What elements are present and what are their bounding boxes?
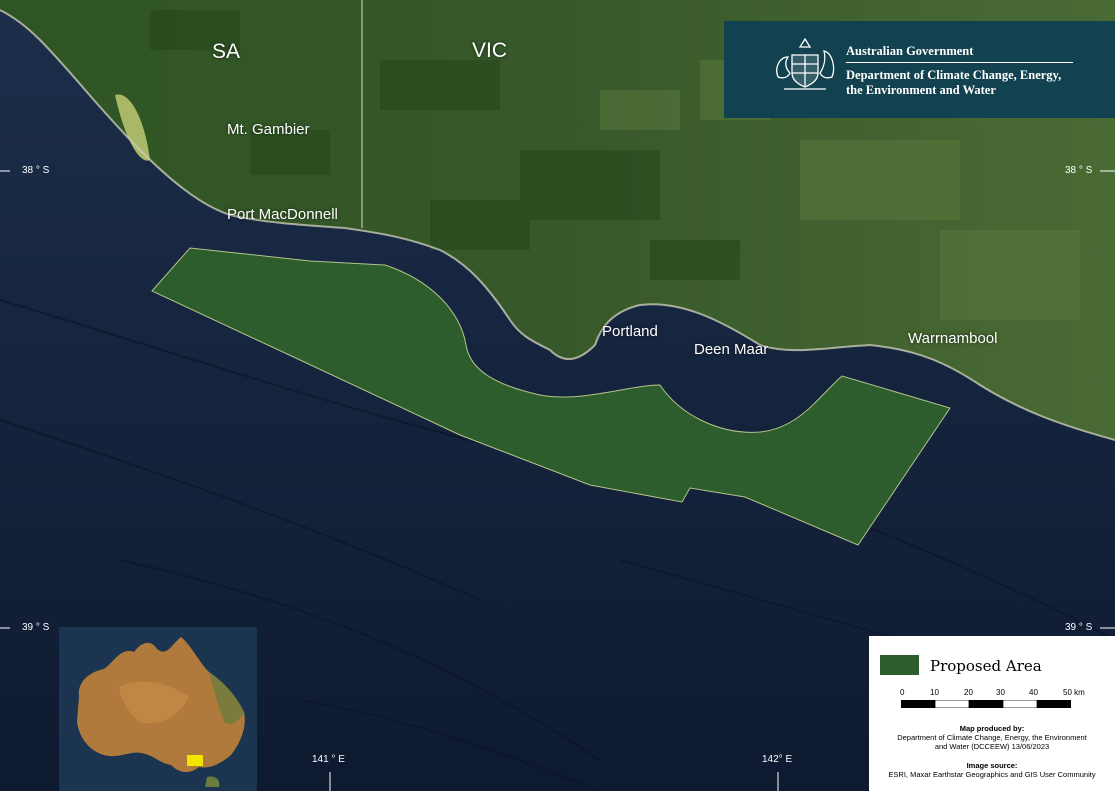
place-label-mt-gambier: Mt. Gambier [227, 121, 310, 138]
department-name: Department of Climate Change, Energy, th… [846, 68, 1106, 98]
graticule-label-141e: 141 ° E [312, 754, 345, 765]
place-label-port-macdonnell: Port MacDonnell [227, 206, 338, 223]
header-divider [846, 62, 1073, 63]
place-label-deen-maar: Deen Maar [694, 341, 769, 358]
scale-tick-20: 20 [964, 688, 973, 697]
graticule-label-39s-right: 39 ° S [1065, 622, 1093, 633]
locator-inset-map [59, 627, 257, 791]
scale-tick-30: 30 [996, 688, 1005, 697]
place-label-portland: Portland [602, 323, 658, 340]
place-label-warrnambool: Warrnambool [908, 330, 998, 347]
produced-by-title: Map produced by: [959, 724, 1025, 733]
australia-locator [59, 627, 257, 791]
image-source-text: ESRI, Maxar Earthstar Geographics and GI… [888, 770, 1096, 779]
scale-tick-10: 10 [930, 688, 939, 697]
produced-by-line-2: and Water (DCCEEW) 13/06/2023 [934, 742, 1050, 751]
area-marker [187, 755, 203, 766]
image-source: Image source: ESRI, Maxar Earthstar Geog… [869, 761, 1115, 779]
state-label-sa: SA [212, 40, 241, 63]
proposed-area-label: Proposed Area [930, 657, 1042, 675]
graticule-label-142e: 142° E [762, 754, 793, 765]
coat-of-arms-icon [776, 37, 835, 90]
graticule-label-39s-left: 39 ° S [22, 622, 50, 633]
government-title: Australian Government [846, 44, 974, 58]
scale-tick-40: 40 [1029, 688, 1038, 697]
map-credit: Map produced by: Department of Climate C… [869, 724, 1115, 751]
department-line-1: Department of Climate Change, Energy, [846, 68, 1062, 82]
image-source-title: Image source: [966, 761, 1018, 770]
graticule-label-38s-left: 38 ° S [22, 165, 50, 176]
scale-bar [901, 700, 1071, 708]
state-label-vic: VIC [472, 39, 508, 62]
map-legend: Proposed Area 0 10 20 30 40 50 km Map pr… [869, 636, 1115, 791]
scale-tick-50: 50 km [1063, 688, 1085, 697]
scale-tick-0: 0 [900, 688, 905, 697]
government-header: Australian Government Department of Clim… [724, 21, 1115, 118]
graticule-label-38s-right: 38 ° S [1065, 165, 1093, 176]
produced-by-line-1: Department of Climate Change, Energy, th… [897, 733, 1087, 742]
proposed-area-swatch [880, 655, 919, 675]
department-line-2: the Environment and Water [846, 83, 996, 97]
